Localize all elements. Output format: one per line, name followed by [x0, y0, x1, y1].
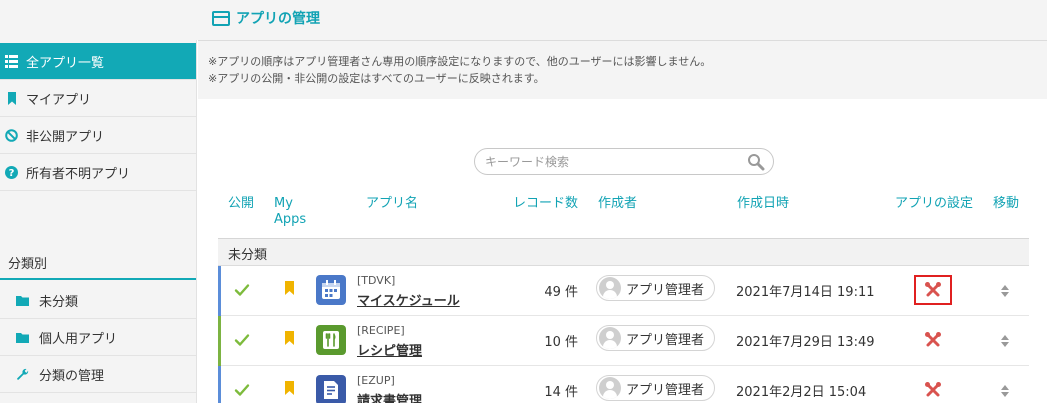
column-header-app-settings: アプリの設定 [895, 196, 974, 211]
sidebar-item-private-apps[interactable]: 非公開アプリ [0, 117, 196, 154]
app-settings-button[interactable] [914, 375, 952, 403]
column-header-public: 公開 [228, 196, 255, 211]
sidebar-item-unknown-owner-apps[interactable]: ? 所有者不明アプリ [0, 154, 196, 191]
sort-arrows-icon[interactable] [1000, 383, 1010, 399]
table-row: [TDVK] マイスケジュール 49 件 アプリ管理者 2021年7月14日 1… [218, 266, 1029, 316]
group-row-uncategorized: 未分類 [218, 238, 1029, 266]
column-header-app-name: アプリ名 [366, 196, 419, 211]
created-date: 2021年7月14日 19:11 [736, 285, 875, 300]
column-header-myapps-line1: My [274, 196, 293, 211]
creator-chip[interactable]: アプリ管理者 [596, 375, 716, 401]
search-icon[interactable] [747, 153, 765, 171]
notice-box: ※アプリの順序はアプリ管理者さん専用の順序設定になりますので、他のユーザーには影… [198, 41, 1047, 99]
sidebar-item-my-apps[interactable]: マイアプリ [0, 80, 196, 117]
sort-arrows-icon[interactable] [1000, 333, 1010, 349]
app-name-link[interactable]: 請求書管理 [357, 390, 422, 403]
sort-arrows-icon[interactable] [1000, 283, 1010, 299]
page-title-text: アプリの管理 [236, 11, 320, 27]
column-header-myapps: My Apps [274, 196, 306, 228]
column-header-created-at: 作成日時 [737, 196, 790, 211]
section-label: 分類別 [8, 257, 48, 272]
prohibited-icon [5, 128, 18, 142]
sidebar: 全アプリ一覧 マイアプリ 非公開アプリ ? 所有者不明アプリ 分類別 未分類 個… [0, 40, 197, 403]
sidebar-category-uncategorized[interactable]: 未分類 [0, 282, 196, 319]
app-code: [EZUP] [357, 374, 395, 387]
bookmark-icon[interactable] [284, 331, 295, 345]
creator-chip[interactable]: アプリ管理者 [596, 275, 716, 301]
sidebar-item-label: 個人用アプリ [39, 331, 118, 347]
avatar [599, 327, 621, 349]
sidebar-section-by-category: 分類別 [0, 247, 196, 280]
row-color-bar [218, 266, 221, 316]
invoice-app-icon [316, 375, 346, 403]
avatar [599, 277, 621, 299]
wrench-icon [16, 368, 29, 381]
bookmark-icon[interactable] [284, 281, 295, 295]
search-box [474, 148, 774, 175]
app-settings-button[interactable] [914, 275, 952, 305]
sidebar-item-label: 非公開アプリ [26, 129, 105, 145]
table-row: [RECIPE] レシピ管理 10 件 アプリ管理者 2021年7月29日 13… [218, 316, 1029, 366]
creator-name: アプリ管理者 [626, 382, 705, 398]
tools-icon [925, 382, 941, 397]
record-count: 10 件 [544, 335, 578, 350]
folder-icon [16, 294, 29, 307]
sidebar-item-label: 所有者不明アプリ [26, 166, 131, 182]
created-date: 2021年7月29日 13:49 [736, 335, 875, 350]
creator-chip[interactable]: アプリ管理者 [596, 325, 716, 351]
creator-name: アプリ管理者 [626, 282, 705, 298]
window-icon [212, 10, 230, 26]
row-color-bar [218, 366, 221, 403]
question-circle-icon: ? [5, 165, 18, 179]
app-code: [RECIPE] [357, 324, 405, 337]
sidebar-item-label: 全アプリ一覧 [26, 55, 105, 71]
app-settings-button[interactable] [914, 325, 952, 355]
app-code: [TDVK] [357, 274, 396, 287]
column-header-creator: 作成者 [598, 196, 638, 211]
sidebar-category-management[interactable]: 分類の管理 [0, 356, 196, 393]
folder-icon [16, 331, 29, 344]
public-check-icon[interactable] [234, 382, 250, 398]
column-header-records: レコード数 [513, 196, 579, 211]
created-date: 2021年2月2日 15:04 [736, 385, 867, 400]
bookmark-icon [5, 91, 18, 105]
bookmark-icon[interactable] [284, 381, 295, 395]
recipe-app-icon [316, 325, 346, 355]
creator-name: アプリ管理者 [626, 332, 705, 348]
calendar-app-icon [316, 275, 346, 305]
search-input[interactable] [475, 149, 735, 174]
app-name-link[interactable]: マイスケジュール [357, 290, 460, 309]
sidebar-item-all-apps[interactable]: 全アプリ一覧 [0, 43, 196, 80]
sidebar-category-personal-apps[interactable]: 個人用アプリ [0, 319, 196, 356]
record-count: 49 件 [544, 285, 578, 300]
grid-list-icon [5, 54, 18, 68]
record-count: 14 件 [544, 385, 578, 400]
sidebar-item-label: マイアプリ [26, 92, 92, 108]
table-row: [EZUP] 請求書管理 14 件 アプリ管理者 2021年2月2日 15:04 [218, 366, 1029, 403]
avatar [599, 377, 621, 399]
page-title: アプリの管理 [212, 7, 320, 29]
column-header-move: 移動 [993, 196, 1020, 211]
public-check-icon[interactable] [234, 332, 250, 348]
svg-text:?: ? [9, 168, 15, 179]
notice-line: ※アプリの順序はアプリ管理者さん専用の順序設定になりますので、他のユーザーには影… [208, 55, 712, 68]
sidebar-item-label: 分類の管理 [39, 368, 105, 384]
notice-line: ※アプリの公開・非公開の設定はすべてのユーザーに反映されます。 [208, 72, 545, 85]
sidebar-item-label: 未分類 [39, 294, 79, 310]
page-header: アプリの管理 [0, 0, 1047, 40]
row-color-bar [218, 316, 221, 366]
column-header-myapps-line2: Apps [274, 212, 307, 227]
public-check-icon[interactable] [234, 282, 250, 298]
app-name-link[interactable]: レシピ管理 [357, 340, 422, 359]
tools-icon [925, 282, 941, 297]
tools-icon [925, 332, 941, 347]
